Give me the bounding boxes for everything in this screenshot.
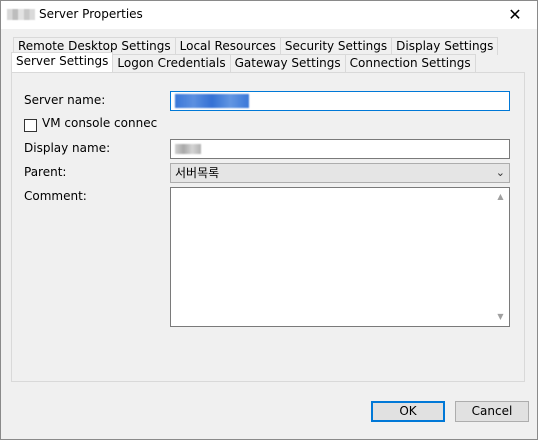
- vm-console-checkbox[interactable]: [24, 119, 37, 132]
- scroll-up-icon[interactable]: ▲: [492, 190, 509, 204]
- close-icon[interactable]: ✕: [493, 1, 537, 29]
- tab-row-front: Server Settings Logon Credentials Gatewa…: [11, 52, 476, 72]
- comment-textarea[interactable]: ▲ ▼: [170, 187, 510, 327]
- tab-connection-settings[interactable]: Connection Settings: [344, 54, 476, 72]
- display-name-label: Display name:: [24, 141, 111, 155]
- parent-select[interactable]: 서버목록 ⌄: [170, 163, 510, 183]
- server-name-input[interactable]: [170, 91, 510, 111]
- server-settings-panel: Server name: VM console connec Display n…: [11, 72, 525, 382]
- chevron-down-icon[interactable]: ⌄: [496, 164, 505, 182]
- display-name-input[interactable]: [170, 139, 510, 159]
- server-name-label: Server name:: [24, 93, 106, 107]
- window-title: Server Properties: [39, 7, 143, 21]
- ok-button[interactable]: OK: [371, 401, 445, 422]
- tab-display-settings[interactable]: Display Settings: [391, 37, 499, 55]
- comment-label: Comment:: [24, 189, 87, 203]
- tab-security-settings[interactable]: Security Settings: [279, 37, 393, 55]
- title-bar: Server Properties ✕: [1, 1, 537, 29]
- comment-scrollbar[interactable]: ▲ ▼: [492, 188, 509, 326]
- vm-console-label: VM console connec: [42, 116, 158, 130]
- server-properties-dialog: Server Properties ✕ Remote Desktop Setti…: [0, 0, 538, 440]
- tab-local-resources[interactable]: Local Resources: [174, 37, 281, 55]
- app-icon: [7, 9, 35, 20]
- scroll-down-icon[interactable]: ▼: [492, 310, 509, 324]
- parent-value: 서버목록: [175, 166, 220, 180]
- tab-server-settings[interactable]: Server Settings: [11, 52, 114, 72]
- tab-gateway-settings[interactable]: Gateway Settings: [229, 54, 346, 72]
- redacted-server-name: [175, 94, 249, 108]
- parent-label: Parent:: [24, 165, 67, 179]
- cancel-button[interactable]: Cancel: [455, 401, 529, 422]
- tab-logon-credentials[interactable]: Logon Credentials: [112, 54, 231, 72]
- redacted-display-name: [175, 144, 201, 154]
